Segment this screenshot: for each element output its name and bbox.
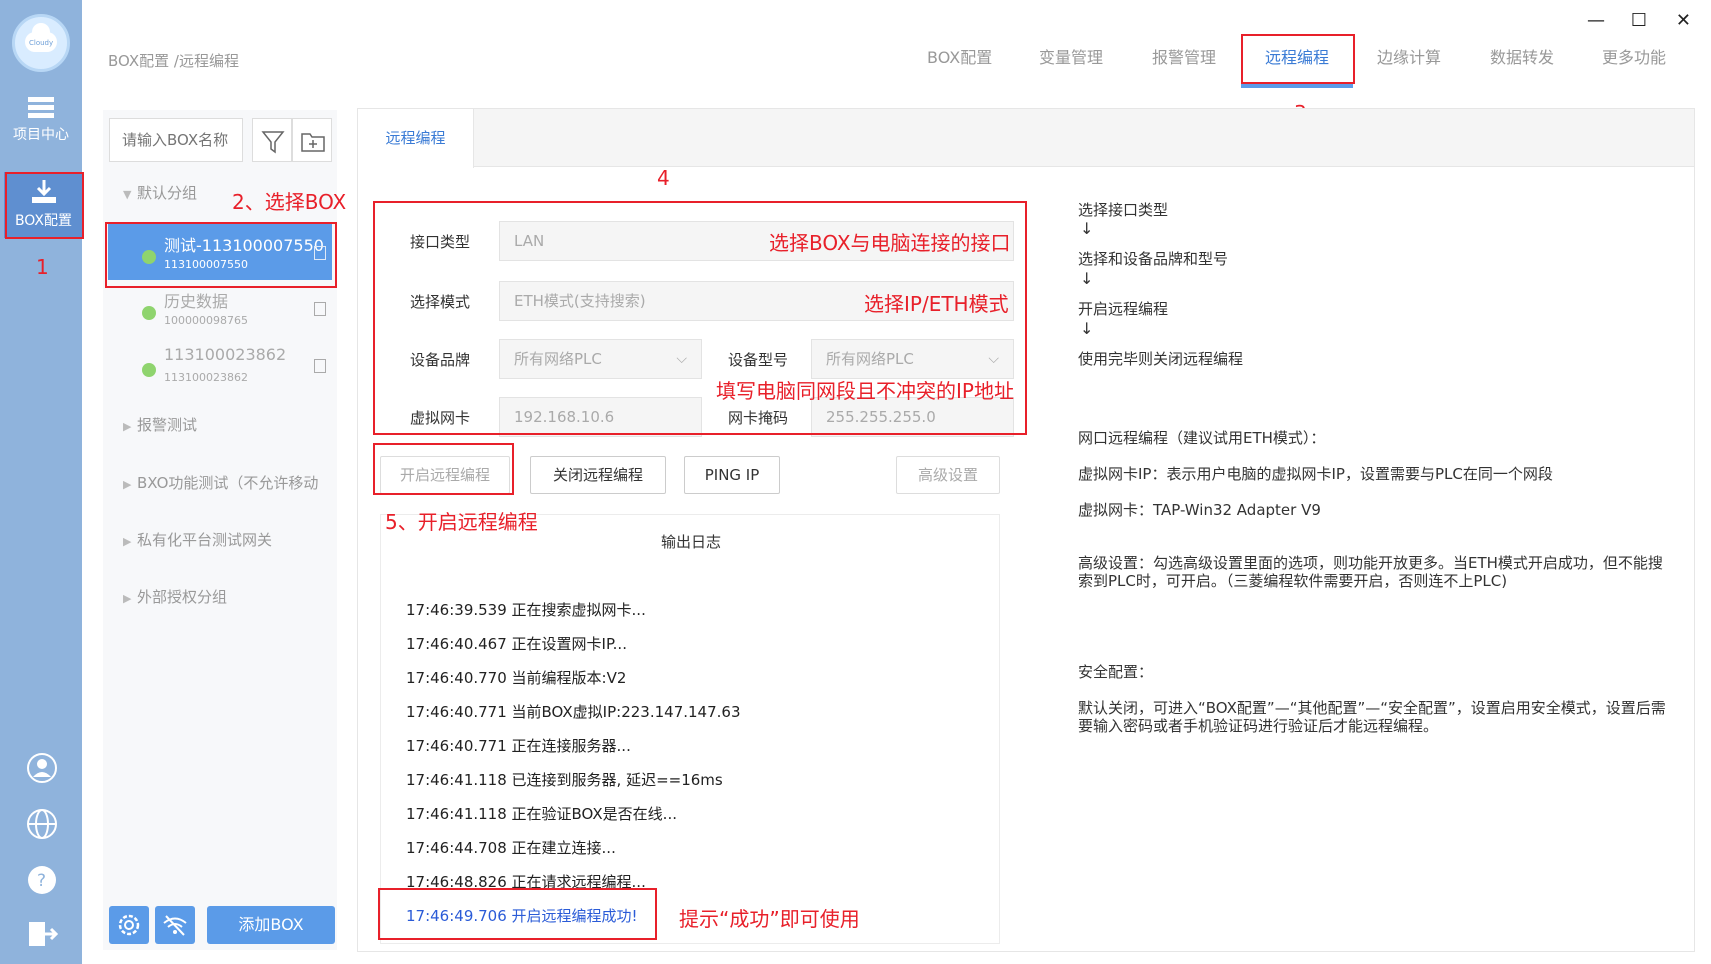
svg-text:?: ? <box>37 871 46 891</box>
log-line: 17:46:40.771 正在连接服务器... <box>406 737 631 755</box>
tree-node[interactable]: 历史数据 100000098765 <box>108 280 332 336</box>
advanced-settings-button[interactable]: 高级设置 <box>896 456 1000 494</box>
ping-ip-button[interactable]: PING IP <box>684 456 780 494</box>
help-security: 默认关闭，可进入“BOX配置”—“其他配置”—“安全配置”，设置启用安全模式，设… <box>1078 699 1666 735</box>
node-id: 100000098765 <box>164 314 248 327</box>
help-step: 使用完毕则关闭远程编程 <box>1078 350 1244 368</box>
globe-icon[interactable] <box>26 808 58 840</box>
tree-node[interactable]: 113100023862 113100023862 <box>108 337 332 393</box>
tab-alarms[interactable]: 报警管理 <box>1152 44 1216 68</box>
annotation-box-success <box>378 888 657 940</box>
stop-remote-programming-button[interactable]: 关闭远程编程 <box>530 456 666 494</box>
annotation-success: 提示“成功”即可使用 <box>679 907 860 931</box>
app-window: Cloudy 项目中心 BOX配置 ? 1 BOX配置 /远程编程 BOX配置 … <box>0 0 1711 964</box>
annotation-box-2 <box>105 222 337 288</box>
tab-more[interactable]: 更多功能 <box>1602 44 1666 68</box>
log-line: 17:46:41.118 已连接到服务器, 延迟==16ms <box>406 771 723 789</box>
help-vnic-ip: 虚拟网卡IP：表示用户电脑的虚拟网卡IP，设置需要与PLC在同一个网段 <box>1078 465 1553 483</box>
tab-edge-computing[interactable]: 边缘计算 <box>1377 44 1441 68</box>
wifi-off-icon <box>163 915 187 936</box>
online-status-dot <box>142 306 156 320</box>
annotation-ip: 填写电脑同网段且不冲突的IP地址 <box>716 379 1014 403</box>
settings-button[interactable] <box>109 906 149 944</box>
tree-group[interactable]: ▶ BXO功能测试（不允许移动 <box>123 472 333 493</box>
user-icon[interactable] <box>26 752 58 784</box>
help-step: 选择接口类型 <box>1078 201 1169 219</box>
log-line: 17:46:39.539 正在搜索虚拟网卡... <box>406 601 646 619</box>
node-name: 历史数据 <box>164 292 229 311</box>
rail-item-label: 项目中心 <box>13 127 69 143</box>
copy-icon[interactable] <box>314 302 326 316</box>
annotation-1: 1 <box>36 255 49 279</box>
help-security-title: 安全配置： <box>1078 663 1154 681</box>
minimize-button[interactable]: — <box>1587 10 1605 31</box>
help-eth-title: 网口远程编程（建议试用ETH模式）： <box>1078 429 1326 447</box>
log-line: 17:46:40.771 当前BOX虚拟IP:223.147.147.63 <box>406 703 741 721</box>
log-line: 17:46:40.467 正在设置网卡IP... <box>406 635 627 653</box>
help-step: 选择和设备品牌和型号 <box>1078 250 1229 268</box>
add-box-button[interactable]: 添加BOX <box>207 906 335 944</box>
filter-icon <box>261 131 285 154</box>
breadcrumb: BOX配置 /远程编程 <box>108 52 239 70</box>
down-arrow-icon: ↓ <box>1080 269 1094 288</box>
help-advanced: 高级设置：勾选高级设置里面的选项，则功能开放更多。当ETH模式开启成功，但不能搜… <box>1078 554 1663 590</box>
rail-item-project-center[interactable]: 项目中心 <box>0 96 82 144</box>
logo-text: Cloudy <box>29 39 54 47</box>
help-step: 开启远程编程 <box>1078 300 1169 318</box>
tree-group[interactable]: ▶ 外部授权分组 <box>123 586 227 607</box>
help-vnic: 虚拟网卡：TAP-Win32 Adapter V9 <box>1078 501 1321 519</box>
box-search-input[interactable] <box>109 118 243 162</box>
annotation-4: 4 <box>657 166 670 190</box>
log-line: 17:46:44.708 正在建立连接... <box>406 839 616 857</box>
annotation-interface: 选择BOX与电脑连接的接口 <box>769 231 1011 255</box>
tree-group[interactable]: ▶ 私有化平台测试网关 <box>123 529 272 550</box>
tab-remote-programming-content[interactable]: 远程编程 <box>358 109 474 168</box>
wifi-off-button[interactable] <box>155 906 195 944</box>
log-line: 17:46:40.770 当前编程版本:V2 <box>406 669 627 687</box>
annotation-mode: 选择IP/ETH模式 <box>864 292 1009 316</box>
tab-data-forwarding[interactable]: 数据转发 <box>1490 44 1554 68</box>
down-arrow-icon: ↓ <box>1080 319 1094 338</box>
copy-icon[interactable] <box>314 359 326 373</box>
caret-right-icon: ▶ <box>123 420 132 433</box>
add-folder-button[interactable] <box>292 118 332 162</box>
annotation-box-1 <box>5 172 84 239</box>
close-button[interactable]: ✕ <box>1676 10 1691 31</box>
tab-box-config[interactable]: BOX配置 <box>927 44 992 68</box>
filter-button[interactable] <box>252 118 292 162</box>
list-icon <box>28 97 54 118</box>
caret-right-icon: ▶ <box>123 535 132 548</box>
annotation-2: 2、选择BOX <box>232 190 347 214</box>
tab-active-underline <box>1241 84 1353 88</box>
node-id: 113100023862 <box>164 371 248 384</box>
maximize-button[interactable]: ☐ <box>1631 10 1647 31</box>
annotation-5: 5、开启远程编程 <box>385 510 538 534</box>
down-arrow-icon: ↓ <box>1080 219 1094 238</box>
annotation-box-3 <box>1241 34 1355 84</box>
annotation-box-5 <box>373 443 514 495</box>
help-icon[interactable]: ? <box>26 864 58 896</box>
caret-down-icon: ▼ <box>123 188 132 201</box>
output-log: 输出日志 17:46:39.539 正在搜索虚拟网卡... 17:46:40.4… <box>380 514 1000 944</box>
log-line: 17:46:41.118 正在验证BOX是否在线... <box>406 805 677 823</box>
logout-icon[interactable] <box>26 918 58 950</box>
tree-group[interactable]: ▼ 默认分组 <box>123 182 197 203</box>
caret-right-icon: ▶ <box>123 478 132 491</box>
online-status-dot <box>142 363 156 377</box>
caret-right-icon: ▶ <box>123 592 132 605</box>
content-tabbar: 远程编程 <box>358 109 1694 168</box>
node-name: 113100023862 <box>164 345 287 364</box>
tree-group[interactable]: ▶ 报警测试 <box>123 414 197 435</box>
left-rail: Cloudy 项目中心 BOX配置 ? <box>0 0 83 964</box>
folder-add-icon <box>301 133 325 152</box>
gear-icon <box>118 914 140 936</box>
tab-variables[interactable]: 变量管理 <box>1039 44 1103 68</box>
app-logo: Cloudy <box>12 14 70 72</box>
